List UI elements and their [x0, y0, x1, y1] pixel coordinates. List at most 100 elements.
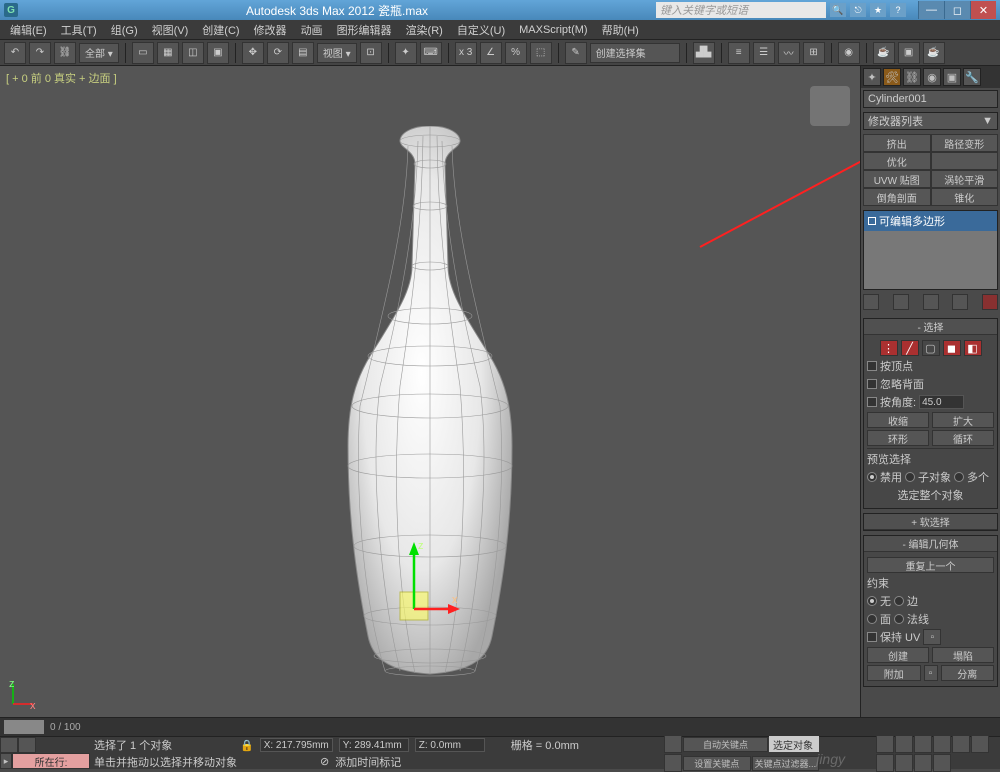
- hierarchy-tab[interactable]: ⛓: [903, 68, 921, 86]
- auto-key-button[interactable]: 自动关键点: [683, 737, 768, 752]
- select-name-button[interactable]: ▦: [157, 42, 179, 64]
- help-search-input[interactable]: 键入关键字或短语: [656, 2, 826, 18]
- mod-turbosmooth[interactable]: 涡轮平滑: [931, 170, 999, 188]
- close-button[interactable]: ✕: [970, 1, 996, 19]
- curve-editor-button[interactable]: 〰: [778, 42, 800, 64]
- next-frame-button[interactable]: [933, 735, 951, 753]
- render-button[interactable]: ☕: [923, 42, 945, 64]
- named-selection-dropdown[interactable]: 创建选择集: [590, 43, 680, 63]
- menu-edit[interactable]: 编辑(E): [4, 20, 53, 40]
- filter-dropdown[interactable]: 全部 ▾: [79, 43, 119, 63]
- redo-button[interactable]: ↷: [29, 42, 51, 64]
- move-button[interactable]: ✥: [242, 42, 264, 64]
- grow-button[interactable]: 扩大: [932, 412, 994, 428]
- menu-create[interactable]: 创建(C): [196, 20, 245, 40]
- menu-customize[interactable]: 自定义(U): [451, 20, 511, 40]
- script-listener-button[interactable]: [18, 737, 36, 753]
- by-vertex-checkbox[interactable]: [867, 361, 877, 371]
- preserve-uv-checkbox[interactable]: [867, 632, 877, 642]
- goto-end-button[interactable]: [952, 735, 970, 753]
- time-tag-icon[interactable]: ⊘: [320, 755, 329, 768]
- move-gizmo[interactable]: z x: [360, 537, 460, 637]
- show-end-result-button[interactable]: [893, 294, 909, 310]
- ring-button[interactable]: 环形: [867, 430, 929, 446]
- keymode-button[interactable]: [664, 735, 682, 753]
- play-button[interactable]: [914, 735, 932, 753]
- lock-selection-icon[interactable]: 🔒: [240, 739, 254, 752]
- script-line-indicator[interactable]: 所在行:: [12, 753, 90, 769]
- x-coord-field[interactable]: X: 217.795mm: [260, 738, 333, 752]
- schematic-view-button[interactable]: ⊞: [803, 42, 825, 64]
- pivot-button[interactable]: ⊡: [360, 42, 382, 64]
- detach-button[interactable]: 分离: [941, 665, 995, 681]
- ref-coord-dropdown[interactable]: 视图 ▾: [317, 43, 357, 63]
- shrink-button[interactable]: 收缩: [867, 412, 929, 428]
- set-key-icon[interactable]: [664, 754, 682, 772]
- rotate-button[interactable]: ⟳: [267, 42, 289, 64]
- edit-geometry-header[interactable]: - 编辑几何体: [864, 536, 997, 552]
- undo-button[interactable]: ↶: [4, 42, 26, 64]
- ignore-backfaces-checkbox[interactable]: [867, 379, 877, 389]
- mirror-button[interactable]: ▟▙: [693, 42, 715, 64]
- border-mode-button[interactable]: ▢: [922, 340, 940, 356]
- viewport[interactable]: [ + 0 前 0 真实 + 边面 ]: [0, 66, 860, 717]
- min-max-viewport-button[interactable]: [933, 754, 951, 772]
- make-unique-button[interactable]: [923, 294, 939, 310]
- time-slider-thumb[interactable]: [4, 720, 44, 734]
- selection-rollout-header[interactable]: - 选择: [864, 319, 997, 335]
- mod-bevel-profile[interactable]: 倒角剖面: [863, 188, 931, 206]
- soft-selection-header[interactable]: + 软选择: [864, 514, 997, 530]
- repeat-last-button[interactable]: 重复上一个: [867, 557, 994, 573]
- manipulate-button[interactable]: ✦: [395, 42, 417, 64]
- loop-button[interactable]: 循环: [932, 430, 994, 446]
- star-icon[interactable]: ★: [870, 3, 886, 17]
- modify-tab[interactable]: 🛠: [883, 68, 901, 86]
- create-tab[interactable]: ✦: [863, 68, 881, 86]
- search-icon[interactable]: 🔍: [830, 3, 846, 17]
- angle-spinner[interactable]: 45.0: [919, 395, 964, 409]
- modifier-list-dropdown[interactable]: 修改器列表 ▼: [863, 112, 998, 130]
- menu-graph-editor[interactable]: 图形编辑器: [331, 20, 398, 40]
- z-coord-field[interactable]: Z: 0.0mm: [415, 738, 485, 752]
- by-angle-checkbox[interactable]: [867, 397, 877, 407]
- attach-button[interactable]: 附加: [867, 665, 921, 681]
- menu-animation[interactable]: 动画: [295, 20, 329, 40]
- constraint-normal-radio[interactable]: [894, 614, 904, 624]
- pan-view-button[interactable]: [971, 735, 989, 753]
- angle-snap-button[interactable]: ∠: [480, 42, 502, 64]
- preserve-uv-settings-button[interactable]: ▫: [923, 629, 941, 645]
- subobj-radio[interactable]: [905, 472, 915, 482]
- material-editor-button[interactable]: ◉: [838, 42, 860, 64]
- modifier-stack[interactable]: 可编辑多边形: [863, 210, 998, 290]
- multi-radio[interactable]: [954, 472, 964, 482]
- remove-modifier-button[interactable]: [952, 294, 968, 310]
- percent-snap-button[interactable]: %: [505, 42, 527, 64]
- constraint-edge-radio[interactable]: [894, 596, 904, 606]
- collapse-button[interactable]: 塌陷: [932, 647, 994, 663]
- link-icon[interactable]: ⎋: [850, 3, 866, 17]
- motion-tab[interactable]: ◉: [923, 68, 941, 86]
- help-icon[interactable]: ?: [890, 3, 906, 17]
- disable-radio[interactable]: [867, 472, 877, 482]
- mod-extrude[interactable]: 挤出: [863, 134, 931, 152]
- edge-mode-button[interactable]: ╱: [901, 340, 919, 356]
- layer-button[interactable]: ☰: [753, 42, 775, 64]
- menu-maxscript[interactable]: MAXScript(M): [513, 22, 593, 38]
- mod-pathdeform[interactable]: 路径变形: [931, 134, 999, 152]
- mod-uvwmap[interactable]: UVW 贴图: [863, 170, 931, 188]
- key-filters-button[interactable]: 关键点过滤器...: [752, 756, 820, 771]
- window-crossing-button[interactable]: ▣: [207, 42, 229, 64]
- attach-list-button[interactable]: ▫: [924, 665, 938, 681]
- viewport-label[interactable]: [ + 0 前 0 真实 + 边面 ]: [6, 70, 117, 86]
- key-filter-dropdown[interactable]: 选定对象: [769, 736, 819, 752]
- goto-start-button[interactable]: [876, 735, 894, 753]
- prev-frame-button[interactable]: [895, 735, 913, 753]
- create-button[interactable]: 创建: [867, 647, 929, 663]
- menu-group[interactable]: 组(G): [105, 20, 144, 40]
- pin-stack-button[interactable]: [863, 294, 879, 310]
- display-tab[interactable]: ▣: [943, 68, 961, 86]
- stack-expand-icon[interactable]: [868, 217, 876, 225]
- align-button[interactable]: ≡: [728, 42, 750, 64]
- mod-empty[interactable]: [931, 152, 999, 170]
- minimize-button[interactable]: —: [918, 1, 944, 19]
